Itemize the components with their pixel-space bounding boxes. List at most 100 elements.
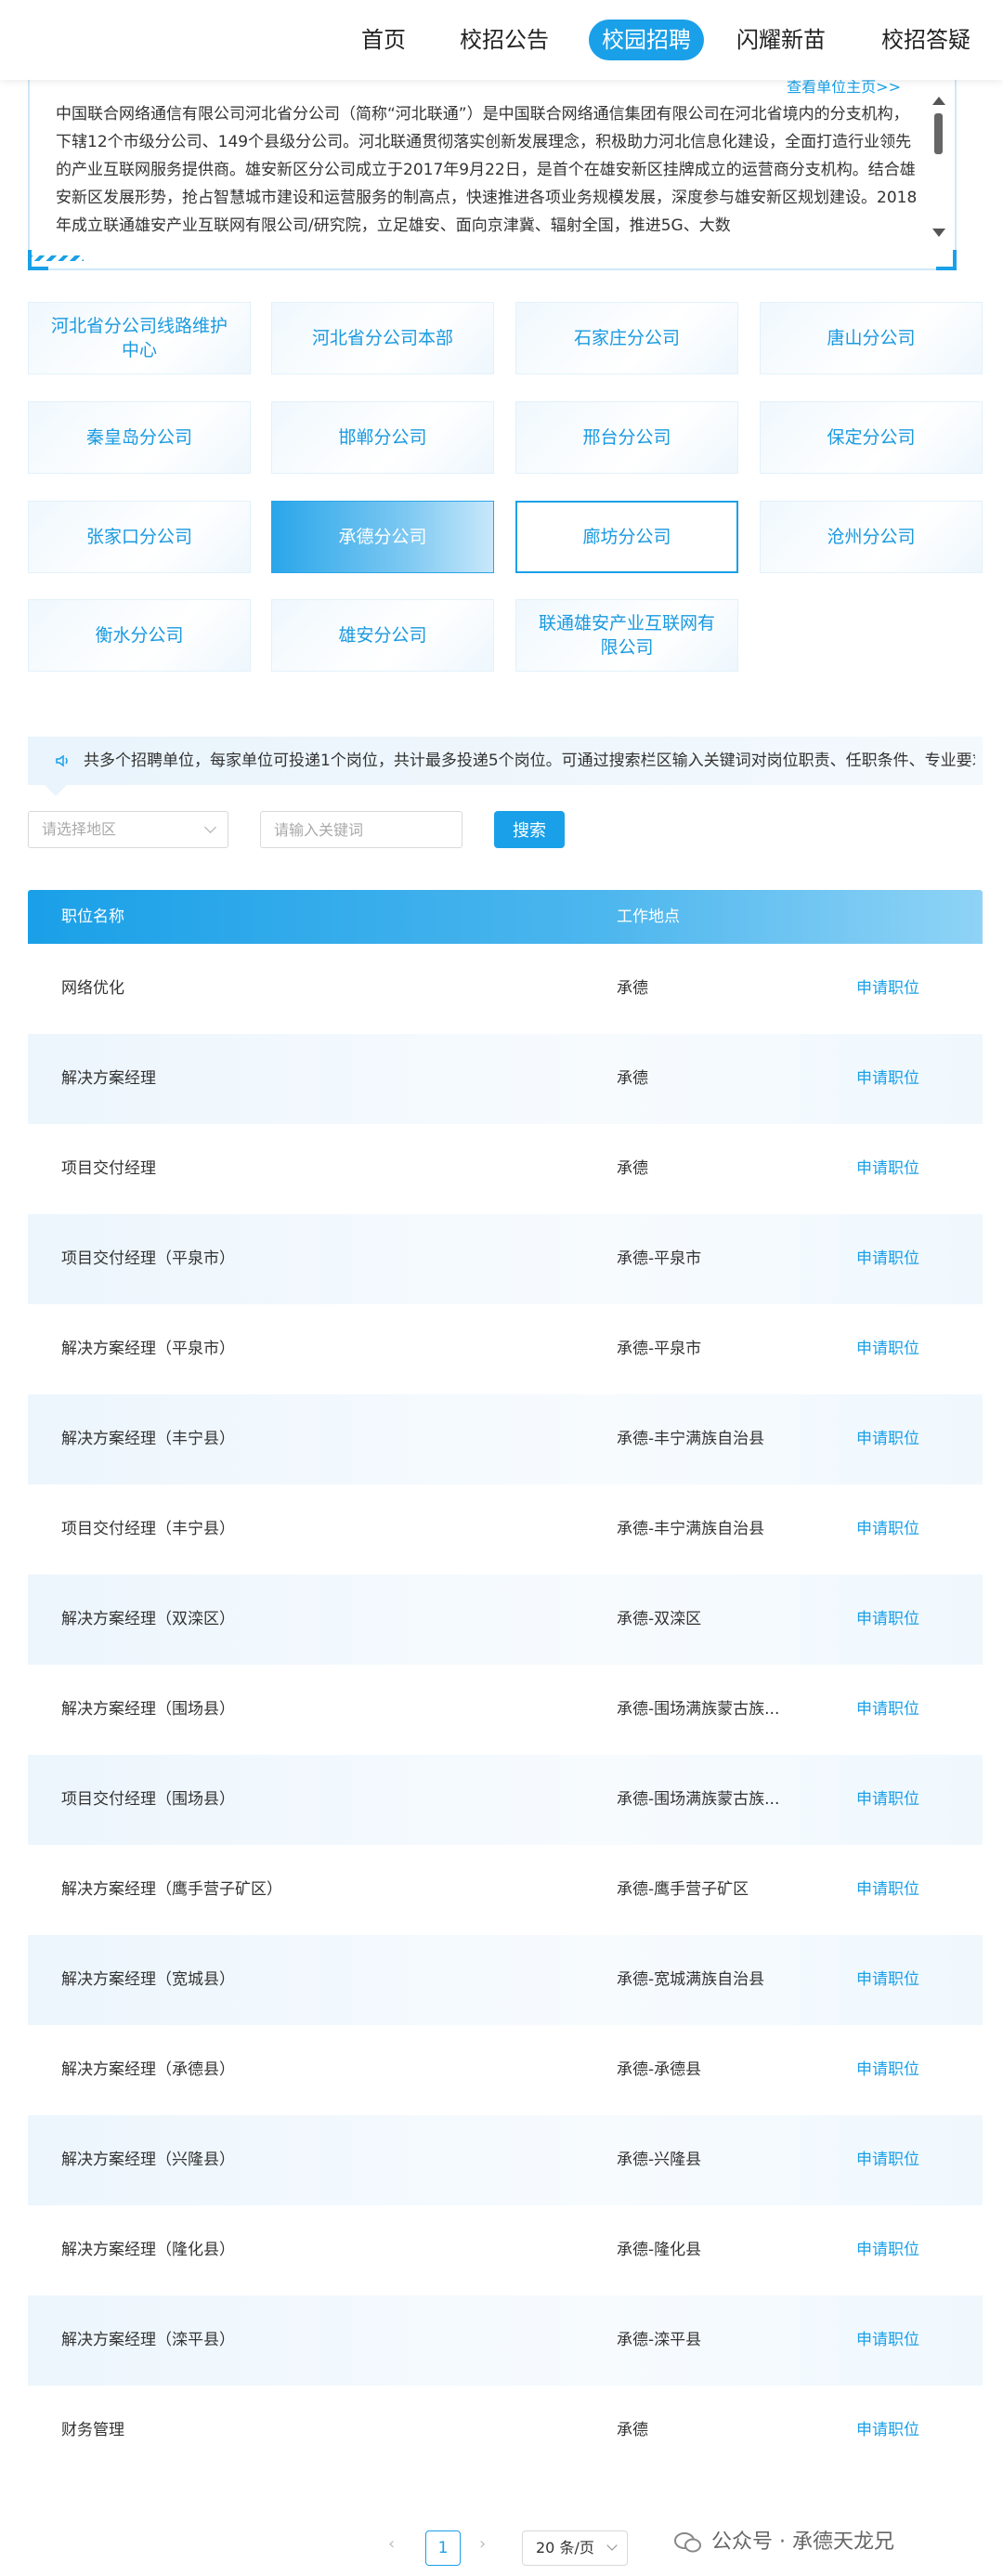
table-header: 职位名称 工作地点 <box>28 890 983 944</box>
branch-tile[interactable]: 唐山分公司 <box>760 302 983 374</box>
position-name: 解决方案经理（丰宁县） <box>61 1430 235 1448</box>
keyword-input[interactable] <box>260 811 462 848</box>
company-intro-box: 查看单位主页>> 中国联合网络通信有限公司河北省分公司（简称“河北联通”）是中国… <box>28 78 957 270</box>
region-select[interactable]: 请选择地区 <box>28 811 228 848</box>
apply-position-link[interactable]: 申请职位 <box>856 1484 919 1575</box>
apply-position-link[interactable]: 申请职位 <box>856 2025 919 2115</box>
apply-position-link[interactable]: 申请职位 <box>856 1665 919 1755</box>
table-row: 解决方案经理（承德县） 承德-承德县 申请职位 <box>28 2025 983 2115</box>
work-location: 承德-隆化县 <box>617 2241 702 2259</box>
apply-position-link[interactable]: 申请职位 <box>856 2386 919 2476</box>
apply-position-link[interactable]: 申请职位 <box>856 1845 919 1935</box>
work-location: 承德 <box>617 1159 648 1178</box>
company-intro-text: 中国联合网络通信有限公司河北省分公司（简称“河北联通”）是中国联合网络通信集团有… <box>56 105 918 235</box>
position-name: 项目交付经理 <box>61 1159 156 1178</box>
work-location: 承德-平泉市 <box>617 1340 702 1358</box>
scroll-down-arrow-icon[interactable] <box>932 229 945 237</box>
position-name: 解决方案经理（承德县） <box>61 2060 235 2079</box>
apply-position-link[interactable]: 申请职位 <box>856 1034 919 1124</box>
speaker-icon <box>56 754 68 767</box>
corner-decoration <box>936 250 957 270</box>
prev-page-button[interactable]: ‹ <box>388 2534 395 2554</box>
branch-tile[interactable]: 张家口分公司 <box>28 501 251 573</box>
nav-announcements[interactable]: 校招公告 <box>453 20 555 60</box>
header-position-name: 职位名称 <box>61 908 124 926</box>
table-row: 解决方案经理（平泉市） 承德-平泉市 申请职位 <box>28 1304 983 1394</box>
branch-tile[interactable]: 雄安分公司 <box>271 599 494 672</box>
table-row: 解决方案经理（宽城县） 承德-宽城满族自治县 申请职位 <box>28 1935 983 2025</box>
work-location: 承德 <box>617 1069 648 1088</box>
table-row: 解决方案经理（丰宁县） 承德-丰宁满族自治县 申请职位 <box>28 1394 983 1484</box>
branch-tile[interactable]: 廊坊分公司 <box>515 501 738 573</box>
next-page-button[interactable]: › <box>479 2534 486 2554</box>
table-row: 解决方案经理（滦平县） 承德-滦平县 申请职位 <box>28 2295 983 2386</box>
table-row: 项目交付经理 承德 申请职位 <box>28 1124 983 1214</box>
work-location: 承德-鹰手营子矿区 <box>617 1880 749 1899</box>
branch-tile[interactable]: 石家庄分公司 <box>515 302 738 374</box>
table-row: 解决方案经理（围场县） 承德-围场满族蒙古族... 申请职位 <box>28 1665 983 1755</box>
apply-position-link[interactable]: 申请职位 <box>856 2295 919 2386</box>
apply-position-link[interactable]: 申请职位 <box>856 944 919 1034</box>
branch-tile[interactable]: 邯郸分公司 <box>271 401 494 474</box>
page-size-label: 20 条/页 <box>536 2539 594 2556</box>
apply-position-link[interactable]: 申请职位 <box>856 1575 919 1665</box>
position-name: 解决方案经理（滦平县） <box>61 2331 235 2349</box>
apply-position-link[interactable]: 申请职位 <box>856 1755 919 1845</box>
branch-tile[interactable]: 邢台分公司 <box>515 401 738 474</box>
work-location: 承德-丰宁满族自治县 <box>617 1520 765 1538</box>
position-name: 项目交付经理（平泉市） <box>61 1249 235 1268</box>
table-row: 解决方案经理（隆化县） 承德-隆化县 申请职位 <box>28 2205 983 2295</box>
work-location: 承德-双滦区 <box>617 1610 702 1628</box>
work-location: 承德-兴隆县 <box>617 2151 702 2169</box>
nav-new-talent[interactable]: 闪耀新苗 <box>730 20 832 60</box>
branch-tile[interactable]: 保定分公司 <box>760 401 983 474</box>
table-row: 项目交付经理（围场县） 承德-围场满族蒙古族... 申请职位 <box>28 1755 983 1845</box>
position-name: 解决方案经理（鹰手营子矿区） <box>61 1880 282 1899</box>
apply-position-link[interactable]: 申请职位 <box>856 1935 919 2025</box>
table-row: 网络优化 承德 申请职位 <box>28 944 983 1034</box>
branch-tile[interactable]: 沧州分公司 <box>760 501 983 573</box>
position-name: 网络优化 <box>61 979 124 998</box>
work-location: 承德 <box>617 2421 648 2439</box>
table-row: 解决方案经理（鹰手营子矿区） 承德-鹰手营子矿区 申请职位 <box>28 1845 983 1935</box>
apply-position-link[interactable]: 申请职位 <box>856 1214 919 1304</box>
position-name: 解决方案经理 <box>61 1069 156 1088</box>
position-name: 项目交付经理（围场县） <box>61 1790 235 1809</box>
apply-position-link[interactable]: 申请职位 <box>856 1124 919 1214</box>
page-number-button[interactable]: 1 <box>425 2530 461 2566</box>
branch-tile[interactable]: 河北省分公司线路维护中心 <box>28 302 251 374</box>
page-size-select[interactable]: 20 条/页 <box>522 2530 628 2566</box>
table-row: 解决方案经理 承德 申请职位 <box>28 1034 983 1124</box>
table-row: 财务管理 承德 申请职位 <box>28 2386 983 2476</box>
nav-faq[interactable]: 校招答疑 <box>875 20 977 60</box>
stripe-decoration <box>28 255 84 261</box>
position-name: 解决方案经理（平泉市） <box>61 1340 235 1358</box>
scroll-up-arrow-icon[interactable] <box>932 97 945 105</box>
apply-position-link[interactable]: 申请职位 <box>856 1394 919 1484</box>
apply-position-link[interactable]: 申请职位 <box>856 1304 919 1394</box>
work-location: 承德-围场满族蒙古族... <box>617 1700 780 1719</box>
apply-position-link[interactable]: 申请职位 <box>856 2205 919 2295</box>
position-name: 项目交付经理（丰宁县） <box>61 1520 235 1538</box>
nav-home[interactable]: 首页 <box>351 20 416 60</box>
watermark-text: 公众号 · 承德天龙兄 <box>711 2530 894 2554</box>
branch-tile[interactable]: 秦皇岛分公司 <box>28 401 251 474</box>
position-name: 解决方案经理（兴隆县） <box>61 2151 235 2169</box>
branch-tile[interactable]: 衡水分公司 <box>28 599 251 672</box>
wechat-icon <box>674 2532 701 2553</box>
branch-tile[interactable]: 河北省分公司本部 <box>271 302 494 374</box>
scrollbar-thumb[interactable] <box>934 113 943 154</box>
top-nav: 首页 校招公告 校园招聘 闪耀新苗 校招答疑 <box>0 0 1003 80</box>
search-button[interactable]: 搜索 <box>494 811 565 848</box>
branch-tile[interactable]: 联通雄安产业互联网有限公司 <box>515 599 738 672</box>
region-select-placeholder: 请选择地区 <box>42 820 117 838</box>
table-row: 项目交付经理（丰宁县） 承德-丰宁满族自治县 申请职位 <box>28 1484 983 1575</box>
table-row: 解决方案经理（双滦区） 承德-双滦区 申请职位 <box>28 1575 983 1665</box>
position-name: 解决方案经理（围场县） <box>61 1700 235 1719</box>
notice-bar: 共多个招聘单位，每家单位可投递1个岗位，共计最多投递5个岗位。可通过搜索栏区输入… <box>28 737 983 785</box>
apply-position-link[interactable]: 申请职位 <box>856 2115 919 2205</box>
nav-campus-recruitment[interactable]: 校园招聘 <box>589 20 704 60</box>
branch-tile-active[interactable]: 承德分公司 <box>271 501 494 573</box>
chevron-down-icon <box>606 2540 618 2551</box>
chevron-down-icon <box>204 821 216 833</box>
